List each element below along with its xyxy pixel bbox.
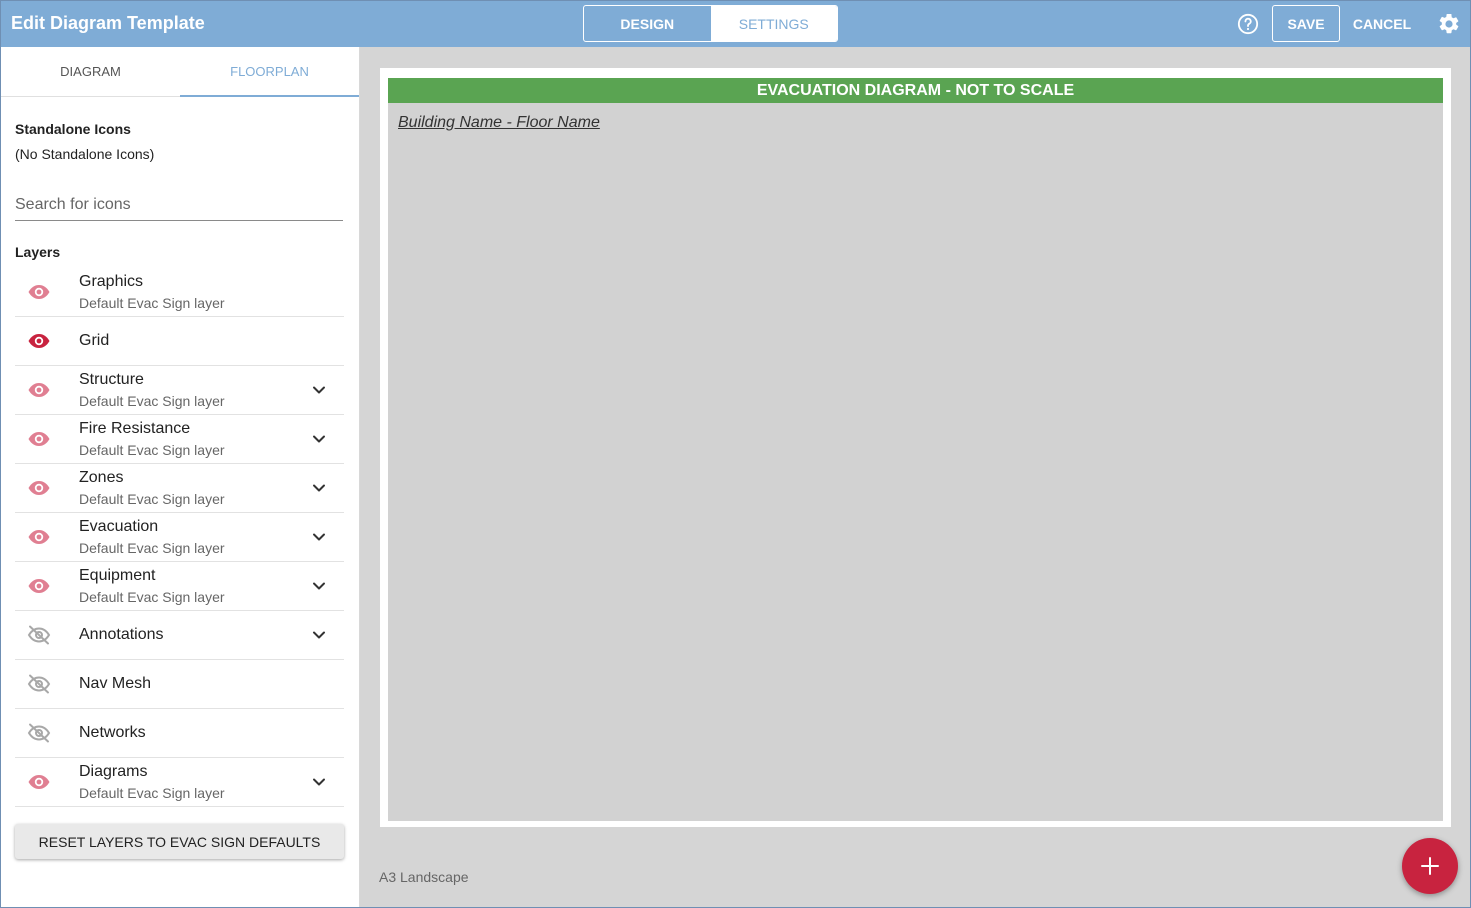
layer-name: Nav Mesh — [79, 675, 152, 692]
layer-name: Structure — [79, 371, 144, 388]
layer-list: Graphics Default Evac Sign layer Grid Struc… — [15, 268, 344, 807]
reset-layers-button[interactable]: RESET LAYERS TO EVAC SIGN DEFAULTS — [15, 824, 344, 859]
eye-icon[interactable] — [27, 772, 51, 792]
layer-subtitle: Default Evac Sign layer — [79, 393, 225, 409]
sidebar-tabs: DIAGRAM FLOORPLAN — [1, 47, 359, 97]
diagram-workspace: EVACUATION DIAGRAM - NOT TO SCALE Buildi… — [360, 47, 1470, 907]
layer-subtitle: Default Evac Sign layer — [79, 295, 225, 311]
chevron-down-icon[interactable] — [312, 775, 326, 789]
header-bar: Edit Diagram Template DESIGN SETTINGS SA… — [1, 1, 1470, 47]
chevron-down-icon[interactable] — [312, 530, 326, 544]
design-mode-button[interactable]: DESIGN — [584, 6, 711, 41]
layers-heading: Layers — [15, 244, 61, 260]
layer-subtitle: Default Evac Sign layer — [79, 589, 225, 605]
layer-name: Equipment — [79, 567, 156, 584]
layer-row-graphics[interactable]: Graphics Default Evac Sign layer — [15, 268, 344, 317]
gear-icon[interactable] — [1437, 12, 1461, 36]
chevron-down-icon[interactable] — [312, 481, 326, 495]
eye-icon[interactable] — [27, 380, 51, 400]
app-window: Edit Diagram Template DESIGN SETTINGS SA… — [0, 0, 1471, 908]
layer-subtitle: Default Evac Sign layer — [79, 785, 225, 801]
tab-diagram[interactable]: DIAGRAM — [1, 47, 180, 96]
layer-subtitle: Default Evac Sign layer — [79, 442, 225, 458]
settings-mode-button[interactable]: SETTINGS — [710, 6, 837, 41]
chevron-down-icon[interactable] — [312, 628, 326, 642]
eye-icon[interactable] — [27, 331, 51, 351]
icon-search-input[interactable] — [15, 189, 343, 220]
layer-subtitle: Default Evac Sign layer — [79, 491, 225, 507]
layer-row-grid[interactable]: Grid — [15, 317, 344, 366]
eye-icon[interactable] — [27, 429, 51, 449]
eye-icon[interactable] — [27, 478, 51, 498]
layer-row-nav-mesh[interactable]: Nav Mesh — [15, 660, 344, 709]
layer-name: Grid — [79, 332, 110, 349]
add-button[interactable] — [1402, 838, 1458, 894]
eye-off-icon[interactable] — [27, 625, 51, 645]
chevron-down-icon[interactable] — [312, 432, 326, 446]
diagram-banner: EVACUATION DIAGRAM - NOT TO SCALE — [388, 78, 1443, 103]
eye-off-icon[interactable] — [27, 674, 51, 694]
layer-row-networks[interactable]: Networks — [15, 709, 344, 758]
layer-name: Fire Resistance — [79, 420, 191, 437]
layer-name: Diagrams — [79, 763, 148, 780]
layer-name: Zones — [79, 469, 124, 486]
chevron-down-icon[interactable] — [312, 383, 326, 397]
building-floor-label[interactable]: Building Name - Floor Name — [398, 114, 600, 132]
layer-row-fire-resistance[interactable]: Fire Resistance Default Evac Sign layer — [15, 415, 344, 464]
eye-icon[interactable] — [27, 282, 51, 302]
layer-subtitle: Default Evac Sign layer — [79, 540, 225, 556]
layer-row-evacuation[interactable]: Evacuation Default Evac Sign layer — [15, 513, 344, 562]
layer-name: Annotations — [79, 626, 164, 643]
layer-row-zones[interactable]: Zones Default Evac Sign layer — [15, 464, 344, 513]
tab-floorplan[interactable]: FLOORPLAN — [180, 47, 359, 97]
diagram-page: EVACUATION DIAGRAM - NOT TO SCALE Buildi… — [380, 68, 1451, 827]
icon-search-field — [15, 189, 343, 221]
eye-icon[interactable] — [27, 576, 51, 596]
standalone-icons-heading: Standalone Icons — [15, 121, 131, 137]
eye-off-icon[interactable] — [27, 723, 51, 743]
layer-name: Evacuation — [79, 518, 159, 535]
eye-icon[interactable] — [27, 527, 51, 547]
chevron-down-icon[interactable] — [312, 579, 326, 593]
layer-row-annotations[interactable]: Annotations — [15, 611, 344, 660]
layer-row-diagrams[interactable]: Diagrams Default Evac Sign layer — [15, 758, 344, 807]
help-circle-icon[interactable] — [1237, 13, 1259, 35]
plus-icon — [1421, 857, 1439, 875]
save-button[interactable]: SAVE — [1272, 5, 1340, 42]
paper-size-label: A3 Landscape — [379, 869, 469, 885]
sidebar: DIAGRAM FLOORPLAN Standalone Icons (No S… — [1, 47, 360, 907]
diagram-canvas[interactable]: EVACUATION DIAGRAM - NOT TO SCALE Buildi… — [388, 78, 1443, 821]
layer-row-structure[interactable]: Structure Default Evac Sign layer — [15, 366, 344, 415]
cancel-button[interactable]: CANCEL — [1349, 5, 1415, 42]
standalone-icons-empty: (No Standalone Icons) — [15, 146, 155, 162]
mode-toggle: DESIGN SETTINGS — [583, 5, 838, 42]
layer-row-equipment[interactable]: Equipment Default Evac Sign layer — [15, 562, 344, 611]
page-title: Edit Diagram Template — [11, 13, 205, 33]
layer-name: Networks — [79, 724, 146, 741]
layer-name: Graphics — [79, 273, 144, 290]
